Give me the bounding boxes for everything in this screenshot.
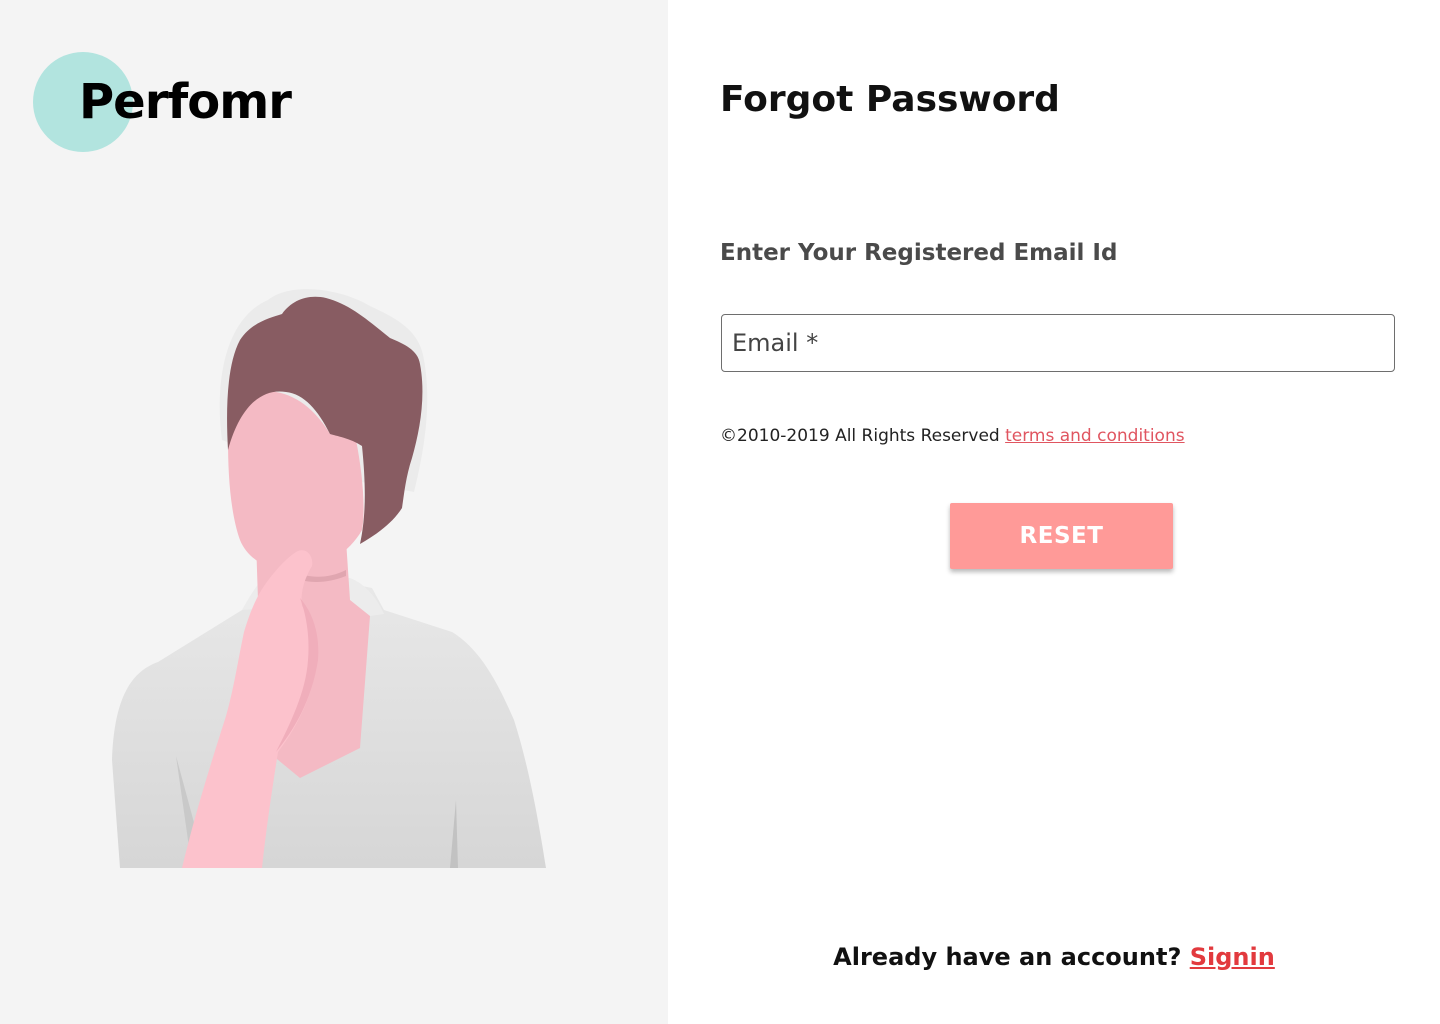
person-thinking-illustration [112, 289, 546, 868]
copyright-note: ©2010-2019 All Rights Reserved terms and… [720, 424, 1185, 448]
left-panel: Perfomr [0, 0, 668, 1024]
page-title: Forgot Password [720, 79, 1060, 120]
copyright-text: ©2010-2019 All Rights Reserved [720, 426, 1000, 446]
terms-and-conditions-link[interactable]: terms and conditions [1005, 426, 1184, 446]
forgot-password-page: Perfomr Forgot Password Enter Your Regis… [0, 0, 1440, 1024]
email-field-heading: Enter Your Registered Email Id [720, 240, 1118, 266]
signin-prompt-text: Already have an account? [833, 943, 1182, 971]
reset-button[interactable]: RESET [950, 503, 1173, 569]
right-panel: Forgot Password Enter Your Registered Em… [668, 0, 1440, 1024]
email-field[interactable] [721, 314, 1395, 372]
signin-link[interactable]: Signin [1190, 943, 1275, 971]
signin-prompt-row: Already have an account? Signin [668, 941, 1440, 973]
